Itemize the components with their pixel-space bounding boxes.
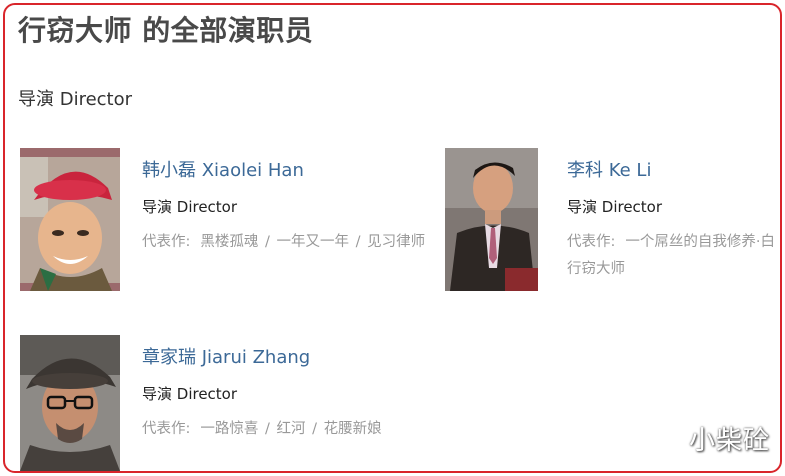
celebrity-name-link[interactable]: 章家瑞 Jiarui Zhang xyxy=(142,343,442,369)
work-link[interactable]: 见习律师 xyxy=(367,234,425,250)
works-label: 代表作: xyxy=(567,234,616,250)
separator: / xyxy=(307,421,322,437)
celebrity-photo[interactable] xyxy=(20,148,120,291)
separator: / xyxy=(777,234,780,250)
celebrity-works: 代表作: 黑楼孤魂 / 一年又一年 / 见习律师 xyxy=(142,229,442,256)
celebrity-photo[interactable] xyxy=(445,148,538,291)
work-link[interactable]: 黑楼孤魂 xyxy=(200,234,258,250)
page-title: 行窃大师 的全部演职员 xyxy=(18,14,314,47)
celebrity-name-link[interactable]: 李科 Ke Li xyxy=(567,156,780,182)
works-label: 代表作: xyxy=(142,234,191,250)
work-link[interactable]: 行窃大师 xyxy=(567,261,625,277)
work-link[interactable]: 红河 xyxy=(277,421,306,437)
celebrity-works: 代表作: 一路惊喜 / 红河 / 花腰新娘 xyxy=(142,416,442,443)
watermark: 小柴砼 xyxy=(688,426,770,456)
separator: / xyxy=(260,234,275,250)
works-label: 代表作: xyxy=(142,421,191,437)
celebrity-role: 导演 Director xyxy=(142,198,238,216)
celebrity-role: 导演 Director xyxy=(567,198,663,216)
celebrity-works: 代表作: 一个屌丝的自我修养·白 / 行窃大师 xyxy=(567,229,780,283)
work-link[interactable]: 一路惊喜 xyxy=(200,421,258,437)
celebrity-name-link[interactable]: 韩小磊 Xiaolei Han xyxy=(142,156,442,182)
celebrity-photo[interactable] xyxy=(20,335,120,471)
work-link[interactable]: 花腰新娘 xyxy=(324,421,382,437)
separator: / xyxy=(351,234,366,250)
section-heading-director: 导演 Director xyxy=(18,89,133,110)
separator: / xyxy=(260,421,275,437)
work-link[interactable]: 一年又一年 xyxy=(277,234,350,250)
celebrity-role: 导演 Director xyxy=(142,385,238,403)
work-link[interactable]: 一个屌丝的自我修养·白 xyxy=(625,234,775,250)
page-frame: 行窃大师 的全部演职员 导演 Director 韩小磊 Xiaolei Han … xyxy=(3,3,782,473)
